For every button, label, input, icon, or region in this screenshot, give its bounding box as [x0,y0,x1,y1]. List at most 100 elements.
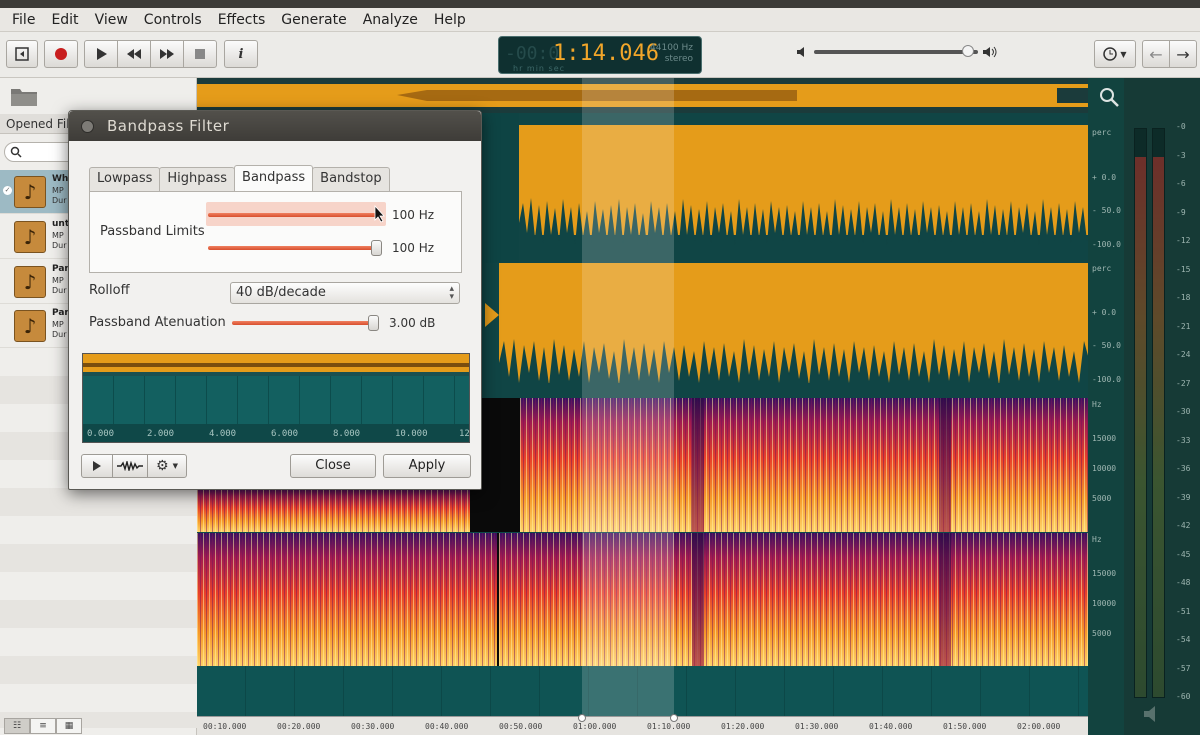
file-format: MP [52,231,64,240]
music-note-icon: ♪ [14,310,46,342]
tab-lowpass[interactable]: Lowpass [89,167,161,191]
tab-bandpass[interactable]: Bandpass [234,165,314,191]
detail-view-icon[interactable]: ☷ [4,718,30,734]
meter-fill [1153,157,1164,697]
scale-label: -100.0 [1092,375,1121,384]
play-button[interactable] [84,40,118,68]
meter-scale-label: -45 [1176,549,1191,559]
preview-play-button[interactable] [81,454,113,478]
selection-start-handle[interactable] [578,714,586,722]
passband-upper-knob[interactable] [371,240,382,256]
meter-scale-label: -27 [1176,378,1191,388]
stop-button[interactable] [183,40,217,68]
rolloff-label: Rolloff [89,283,130,298]
scale-label: - 50.0 [1092,341,1121,350]
apply-button[interactable]: Apply [383,454,471,478]
back-button[interactable]: ← [1142,40,1170,68]
music-note-icon: ♪ [14,176,46,208]
timeline-label: 02:00.000 [1017,722,1061,731]
meter-scale-label: -60 [1176,692,1191,701]
search-icon [10,146,22,158]
close-file-button[interactable] [6,40,38,68]
tab-bandstop[interactable]: Bandstop [312,167,390,191]
attenuation-slider[interactable] [232,321,374,325]
toolbar: i -00:0 1:14.046 hr min sec 44100 Hz ste… [0,32,1200,78]
level-meter-right [1152,128,1165,698]
preview-axis-label: 2.000 [147,429,175,439]
clock-icon [1103,47,1118,61]
history-dropdown[interactable]: ▼ [1094,40,1136,68]
menu-effects[interactable]: Effects [210,12,274,28]
time-display: -00:0 1:14.046 hr min sec 44100 Hz stere… [498,36,702,74]
selection-region[interactable] [582,78,674,718]
filter-preview[interactable]: 0.000 2.000 4.000 6.000 8.000 10.000 12 [82,353,470,443]
scale-label: Hz [1092,400,1102,409]
passband-limits-label: Passband Limits [100,224,205,239]
meter-scale-label: -42 [1176,521,1191,530]
rolloff-select[interactable]: 40 dB/decade ▴ ▾ [230,282,460,304]
volume-low-icon [797,47,804,57]
close-icon[interactable] [81,120,94,133]
volume-high-icon [983,46,997,58]
menu-generate[interactable]: Generate [273,12,354,28]
rewind-button[interactable] [117,40,151,68]
waveform-view-button[interactable] [112,454,148,478]
waveform-edge-marker [485,303,499,327]
selection-end-handle[interactable] [670,714,678,722]
window-title-strip [0,0,1200,8]
spectrogram-fill [197,488,470,532]
file-meta: MP Dur [52,231,67,251]
menu-view[interactable]: View [87,12,136,28]
updown-arrows-icon: ▴ ▾ [449,284,454,302]
preview-settings-button[interactable]: ⚙ ▼ [147,454,187,478]
volume-slider[interactable] [814,50,978,54]
grid-view-icon[interactable]: ▦ [56,718,82,734]
meter-scale-label: -6 [1176,179,1186,188]
close-button[interactable]: Close [290,454,376,478]
preview-axis-label: 10.000 [395,429,428,439]
play-icon [97,48,107,60]
meter-scale-label: -36 [1176,464,1191,473]
attenuation-knob[interactable] [368,315,379,331]
file-name: unt [52,219,70,229]
timeline-ruler[interactable]: 00:10.000 00:20.000 00:30.000 00:40.000 … [197,714,1090,735]
time-display-value: 1:14.046 [553,41,659,66]
list-view-icon[interactable]: ≡ [30,718,56,734]
file-format: MP [52,186,64,195]
close-file-icon [15,47,29,61]
preview-controls: ⚙ ▼ [81,454,187,478]
menu-controls[interactable]: Controls [136,12,210,28]
dialog-titlebar[interactable]: Bandpass Filter [69,111,481,141]
timeline-label: 00:50.000 [499,722,543,731]
waveform-icon [117,461,143,471]
forward-button[interactable]: → [1169,40,1197,68]
menu-file[interactable]: File [4,12,43,28]
attenuation-value: 3.00 dB [389,316,436,330]
menu-edit[interactable]: Edit [43,12,86,28]
zoom-icon[interactable] [1098,86,1120,108]
passband-lower-slider[interactable] [208,213,378,217]
record-button[interactable] [44,40,78,68]
preview-axis-label: 12 [459,429,470,439]
folder-icon[interactable] [10,84,38,108]
stop-icon [195,49,205,59]
scale-label: 5000 [1092,629,1112,638]
fast-forward-button[interactable] [150,40,184,68]
tab-highpass[interactable]: Highpass [159,167,236,191]
view-mode-switcher: ☷ ≡ ▦ [4,718,82,734]
menu-analyze[interactable]: Analyze [355,12,426,28]
forward-arrow-icon: → [1176,44,1190,64]
scale-label: + 0.0 [1092,308,1117,317]
file-name: Par [52,308,69,318]
mouse-cursor-icon [374,205,385,223]
spectrogram-gap [692,533,704,667]
file-duration: Dur [52,330,67,339]
speaker-icon [1144,706,1155,722]
meter-scale-label: -33 [1176,435,1191,445]
chevron-down-icon: ▼ [172,462,178,470]
passband-upper-slider[interactable] [208,246,378,250]
menu-help[interactable]: Help [426,12,474,28]
play-icon [93,461,101,471]
info-button[interactable]: i [224,40,258,68]
scale-label: + 0.0 [1092,173,1117,182]
